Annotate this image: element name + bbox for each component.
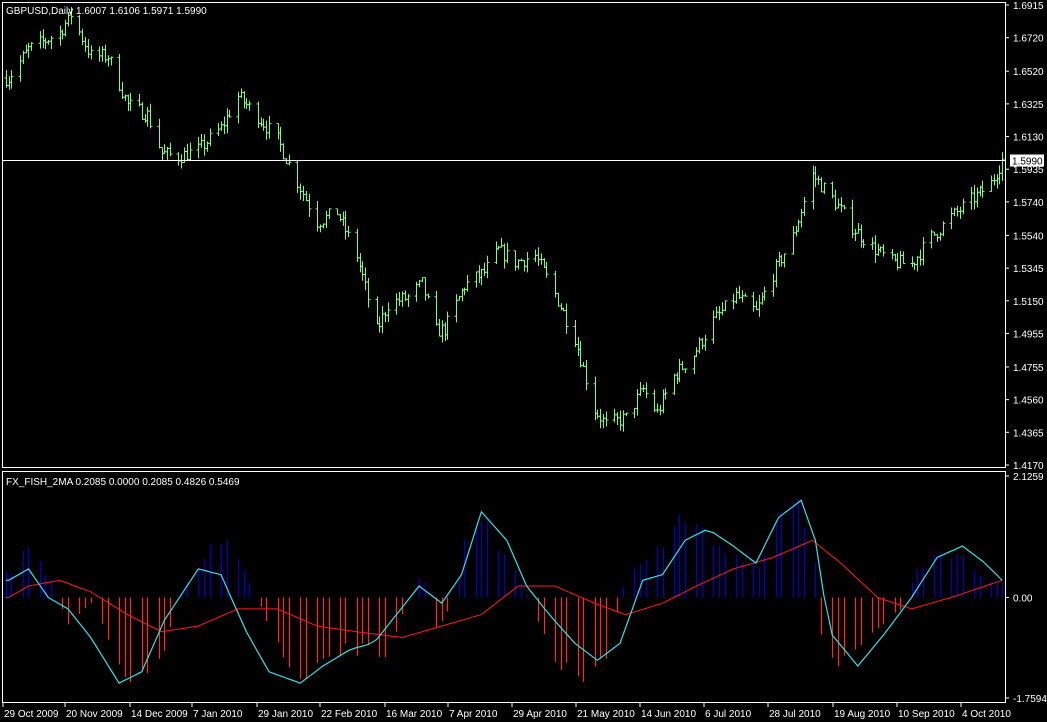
x-tick-label: 4 Oct 2010 [962, 709, 1011, 720]
y-tick-label: 1.6520 [1013, 67, 1044, 78]
y-tick-label: 1.4560 [1013, 396, 1044, 407]
y-tick-label: 1.5540 [1013, 231, 1044, 242]
y-tick-label: 1.4955 [1013, 329, 1044, 340]
x-tick-label: 7 Apr 2010 [449, 709, 498, 720]
y-tick-label: 1.5740 [1013, 198, 1044, 209]
chart-canvas: 1.69151.67201.65201.63251.61301.59351.57… [0, 0, 1047, 722]
indicator-tick-label: 2.1259 [1013, 472, 1044, 483]
x-tick-label: 6 Jul 2010 [705, 709, 752, 720]
y-tick-label: 1.4365 [1013, 428, 1044, 439]
x-tick-label: 22 Feb 2010 [321, 709, 378, 720]
x-tick-label: 7 Jan 2010 [193, 709, 243, 720]
x-tick-label: 20 Nov 2009 [66, 709, 123, 720]
x-tick-label: 28 Jul 2010 [769, 709, 821, 720]
y-tick-label: 1.6325 [1013, 100, 1044, 111]
y-tick-label: 1.6720 [1013, 34, 1044, 45]
x-tick-label: 29 Jan 2010 [258, 709, 313, 720]
chart-background [0, 0, 1047, 722]
y-tick-label: 1.4755 [1013, 363, 1044, 374]
indicator-tick-label: 0.00 [1013, 593, 1033, 604]
main-chart-header: GBPUSD,Daily 1.6007 1.6106 1.5971 1.5990 [6, 6, 207, 17]
x-tick-label: 19 Aug 2010 [834, 709, 891, 720]
x-tick-label: 29 Oct 2009 [4, 709, 59, 720]
y-tick-label: 1.6130 [1013, 133, 1044, 144]
y-tick-label: 1.5345 [1013, 264, 1044, 275]
indicator-header: FX_FISH_2MA 0.2085 0.0000 0.2085 0.4826 … [6, 477, 240, 488]
indicator-tick-label: -1.7594 [1013, 694, 1047, 705]
x-tick-label: 14 Dec 2009 [131, 709, 188, 720]
y-tick-label: 1.4170 [1013, 461, 1044, 472]
x-tick-label: 16 Mar 2010 [386, 709, 443, 720]
current-price-label: 1.5990 [1012, 157, 1043, 168]
x-tick-label: 10 Sep 2010 [898, 709, 955, 720]
y-tick-label: 1.6915 [1013, 1, 1044, 12]
y-tick-label: 1.5150 [1013, 297, 1044, 308]
x-tick-label: 29 Apr 2010 [513, 709, 567, 720]
x-tick-label: 21 May 2010 [577, 709, 635, 720]
x-tick-label: 14 Jun 2010 [641, 709, 696, 720]
